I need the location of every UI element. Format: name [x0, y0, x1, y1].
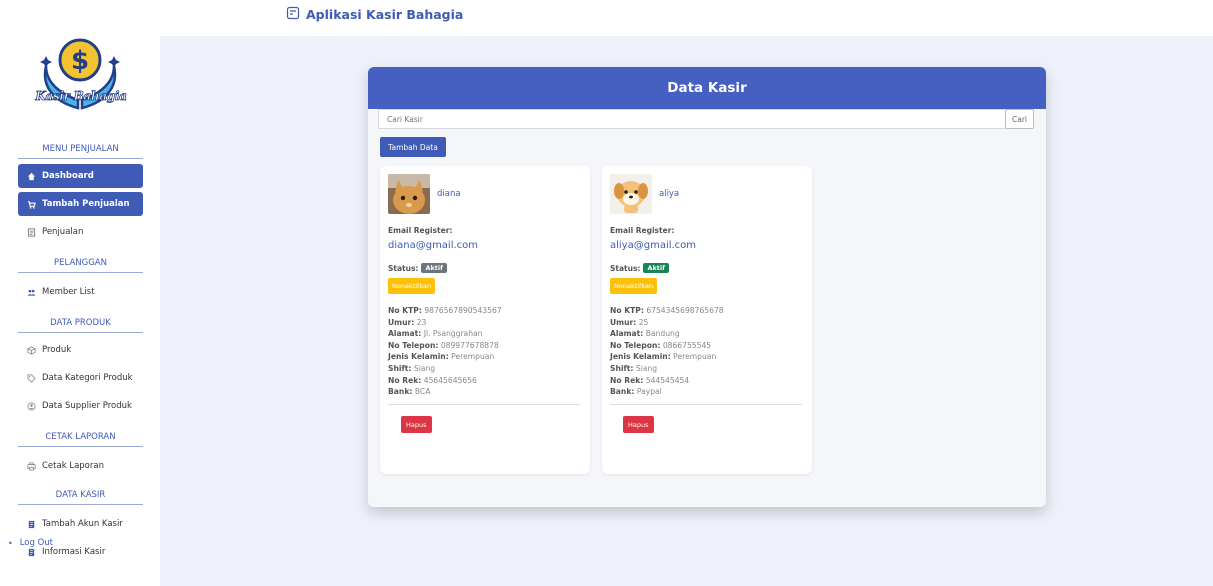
bullet-icon: • [8, 538, 13, 548]
search-button[interactable]: Cari [1005, 109, 1034, 129]
sidebar: $ Kasir Bahagia MENU PENJUALAN Dashboard… [0, 36, 160, 586]
section-cetak-laporan: CETAK LAPORAN [18, 432, 143, 447]
sidebar-item-label: Penjualan [42, 227, 84, 237]
panel-title: Data Kasir [368, 67, 1046, 109]
search-bar: Cari [378, 109, 1034, 129]
sidebar-item-penjualan[interactable]: Penjualan [18, 220, 143, 244]
detail-telepon: No Telepon: 089977678878 [388, 340, 499, 350]
search-input[interactable] [378, 109, 1005, 129]
detail-ktp: No KTP: 9876567890543567 [388, 306, 502, 315]
sidebar-item-label: Member List [42, 287, 95, 297]
info-icon [26, 547, 36, 557]
box-icon [26, 345, 36, 355]
kasir-details: No KTP: 6754345698765678 Umur: 25 Alamat… [610, 305, 724, 398]
tambah-data-button[interactable]: Tambah Data [380, 137, 446, 157]
section-data-kasir: DATA KASIR [18, 490, 143, 505]
main-content: Data Kasir Cari Tambah Data [160, 36, 1213, 586]
sidebar-item-tambah-akun-kasir[interactable]: Tambah Akun Kasir [18, 512, 143, 536]
detail-alamat: Alamat: Jl. Psanggrahan [388, 329, 483, 339]
kasir-email: aliya@gmail.com [610, 240, 697, 251]
status-row: Status: Aktif [388, 263, 447, 273]
account-add-icon [26, 519, 36, 529]
sidebar-item-label: Produk [42, 345, 72, 355]
sidebar-item-dashboard[interactable]: Dashboard [18, 164, 143, 188]
detail-umur: Umur: 25 [610, 317, 649, 327]
logo: $ [32, 38, 128, 116]
section-data-produk: DATA PRODUK [18, 318, 143, 333]
data-kasir-panel: Data Kasir Cari Tambah Data [368, 67, 1046, 507]
divider [388, 404, 580, 405]
app-title: Aplikasi Kasir Bahagia [286, 6, 463, 23]
avatar [610, 174, 652, 214]
cart-icon [26, 199, 36, 209]
supplier-icon [26, 401, 36, 411]
tag-icon [26, 373, 36, 383]
email-label: Email Register: [388, 226, 453, 235]
printer-icon [26, 461, 36, 471]
status-badge: Aktif [643, 263, 669, 273]
app-title-text: Aplikasi Kasir Bahagia [306, 7, 464, 22]
sidebar-item-label: Tambah Penjualan [42, 199, 130, 209]
logo-text: Kasir Bahagia [35, 89, 127, 104]
divider [610, 404, 802, 405]
sidebar-item-label: Dashboard [42, 171, 94, 181]
nonaktifkan-button[interactable]: Nonaktifkan [388, 278, 436, 294]
kasir-card-diana: diana Email Register: diana@gmail.com St… [380, 166, 590, 474]
detail-ktp: No KTP: 6754345698765678 [610, 306, 724, 315]
sidebar-item-member-list[interactable]: Member List [18, 280, 143, 304]
detail-bank: Bank: Paypal [610, 387, 662, 397]
top-bar: Aplikasi Kasir Bahagia [0, 0, 1213, 36]
register-icon [286, 6, 300, 23]
sidebar-item-data-supplier-produk[interactable]: Data Supplier Produk [18, 394, 143, 418]
sidebar-item-label: Tambah Akun Kasir [42, 519, 123, 529]
avatar [388, 174, 430, 214]
list-icon [26, 227, 36, 237]
kasir-email: diana@gmail.com [388, 240, 479, 251]
logo-icon: $ [40, 38, 120, 110]
hapus-button[interactable]: Hapus [401, 416, 432, 433]
section-pelanggan: PELANGGAN [18, 258, 143, 273]
detail-shift: Shift: Siang [610, 363, 658, 373]
detail-no-rek: No Rek: 45645645656 [388, 375, 477, 385]
detail-alamat: Alamat: Bandung [610, 329, 680, 339]
hapus-button[interactable]: Hapus [623, 416, 654, 433]
email-label: Email Register: [610, 226, 675, 235]
sidebar-item-tambah-penjualan[interactable]: Tambah Penjualan [18, 192, 143, 216]
detail-bank: Bank: BCA [388, 387, 431, 397]
sidebar-item-label: Data Kategori Produk [42, 373, 133, 383]
sidebar-item-produk[interactable]: Produk [18, 338, 143, 362]
detail-umur: Umur: 23 [388, 317, 427, 327]
sidebar-item-data-kategori-produk[interactable]: Data Kategori Produk [18, 366, 143, 390]
detail-jenis-kelamin: Jenis Kelamin: Perempuan [388, 352, 495, 362]
sidebar-item-label: Data Supplier Produk [42, 401, 132, 411]
kasir-name: aliya [659, 189, 680, 199]
sidebar-item-label: Informasi Kasir [42, 547, 106, 557]
detail-telepon: No Telepon: 0866755545 [610, 340, 712, 350]
logout-label: Log Out [19, 538, 54, 548]
detail-shift: Shift: Siang [388, 363, 436, 373]
kasir-card-aliya: aliya Email Register: aliya@gmail.com St… [602, 166, 812, 474]
kasir-name: diana [437, 189, 461, 199]
users-icon [26, 287, 36, 297]
svg-text:$: $ [71, 46, 89, 76]
logout-link[interactable]: • Log Out [8, 538, 53, 548]
home-icon [26, 171, 36, 181]
section-menu-penjualan: MENU PENJUALAN [18, 144, 143, 159]
kasir-details: No KTP: 9876567890543567 Umur: 23 Alamat… [388, 305, 502, 398]
sidebar-item-label: Cetak Laporan [42, 461, 104, 471]
sidebar-item-cetak-laporan[interactable]: Cetak Laporan [18, 454, 143, 478]
nonaktifkan-button[interactable]: Nonaktifkan [610, 278, 658, 294]
status-label: Status: [610, 263, 641, 273]
status-label: Status: [388, 263, 419, 273]
detail-jenis-kelamin: Jenis Kelamin: Perempuan [610, 352, 717, 362]
app-root: Aplikasi Kasir Bahagia $ Kasir Bahagia M… [0, 0, 1213, 586]
status-row: Status: Aktif [610, 263, 669, 273]
detail-no-rek: No Rek: 544545454 [610, 375, 690, 385]
status-badge: Aktif [421, 263, 447, 273]
